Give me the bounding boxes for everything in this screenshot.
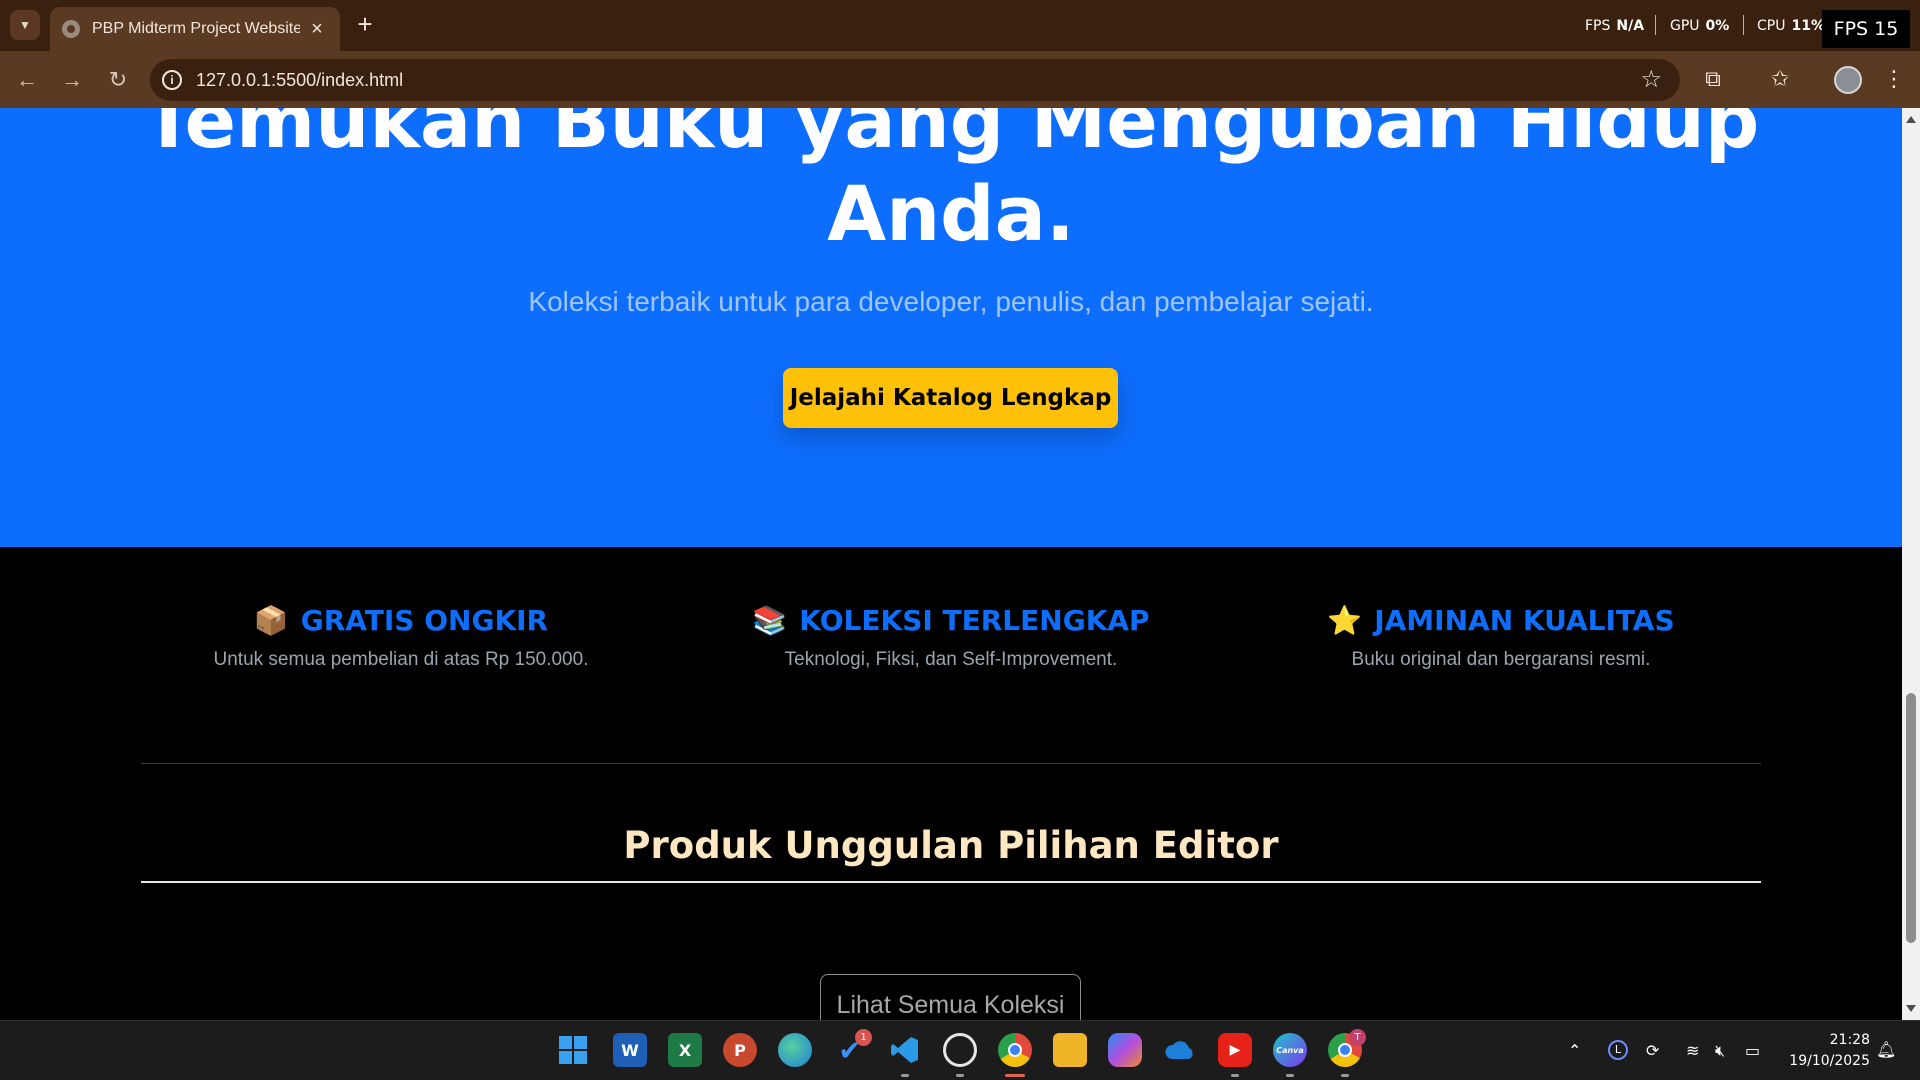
taskbar-running-indicator <box>1341 1074 1349 1077</box>
edge-icon[interactable] <box>778 1033 812 1067</box>
taskbar-active-indicator <box>1005 1074 1025 1077</box>
menu-kebab-icon[interactable]: ⋮ <box>1878 63 1910 95</box>
clock-time: 21:28 <box>1829 1032 1870 1048</box>
hero-section: Temukan Buku yang Mengubah Hidup Anda. K… <box>0 108 1902 547</box>
tray-clock-app-icon[interactable]: L <box>1608 1040 1628 1060</box>
package-icon: 📦 <box>253 603 289 637</box>
hero-title-line1: Temukan Buku yang Mengubah Hidup <box>142 108 1760 165</box>
feature-complete-collection: 📚 KOLEKSI TERLENGKAP Teknologi, Fiksi, d… <box>731 604 1171 671</box>
feature-description: Untuk semua pembelian di atas Rp 150.000… <box>213 649 589 670</box>
scroll-up-arrow-icon[interactable] <box>1906 116 1916 123</box>
onedrive-icon[interactable] <box>1163 1033 1197 1067</box>
page-scrollbar[interactable] <box>1902 108 1920 1020</box>
perf-gpu-label: GPU <box>1670 18 1700 34</box>
perf-fps-value: N/A <box>1616 18 1645 34</box>
perf-separator <box>1655 15 1656 35</box>
featured-products-title: Produk Unggulan Pilihan Editor <box>623 824 1279 867</box>
volume-muted-icon[interactable]: 🔇︎ <box>1715 1041 1725 1061</box>
scroll-down-arrow-icon[interactable] <box>1906 1005 1916 1012</box>
bookmarks-star-icon[interactable]: ✩ <box>1764 63 1796 95</box>
taskbar-clock[interactable]: 21:28 19/10/2025 <box>1780 1030 1870 1072</box>
star-icon: ⭐ <box>1327 603 1363 637</box>
address-bar[interactable]: i 127.0.0.1:5500/index.html ☆ <box>150 59 1680 101</box>
url-text[interactable]: 127.0.0.1:5500/index.html <box>196 70 403 91</box>
notification-badge: 1 <box>855 1029 872 1046</box>
browser-tab[interactable]: PBP Midterm Project Website: T × <box>50 7 340 51</box>
section-divider <box>141 763 1761 764</box>
page-viewport: Temukan Buku yang Mengubah Hidup Anda. K… <box>0 108 1902 1020</box>
tab-title: PBP Midterm Project Website: T <box>92 20 300 37</box>
hero-title: Temukan Buku yang Mengubah Hidup Anda. <box>0 108 1902 260</box>
file-explorer-icon[interactable] <box>1053 1033 1087 1067</box>
perf-cpu-label: CPU <box>1757 18 1786 34</box>
chrome-center-icon <box>1008 1043 1022 1057</box>
perf-separator <box>1743 15 1744 35</box>
taskbar-running-indicator <box>901 1074 909 1077</box>
taskbar-running-indicator <box>956 1074 964 1077</box>
feature-title: KOLEKSI TERLENGKAP <box>799 604 1150 637</box>
clock-date: 19/10/2025 <box>1789 1053 1870 1069</box>
tray-sync-icon[interactable]: ⟳ <box>1646 1041 1659 1060</box>
youtube-icon[interactable]: ▶ <box>1218 1033 1252 1067</box>
perf-gpu: GPU 0% <box>1670 18 1729 34</box>
forward-arrow-icon[interactable]: → <box>57 65 87 95</box>
perf-cpu-value: 11% <box>1791 18 1825 34</box>
hero-subtitle: Koleksi terbaik untuk para developer, pe… <box>528 286 1374 317</box>
perf-gpu-value: 0% <box>1705 18 1730 34</box>
browser-tab-bar: ▼ PBP Midterm Project Website: T × + FPS… <box>0 0 1920 51</box>
notification-bell-icon[interactable]: 🔔︎ <box>1876 1040 1896 1059</box>
word-icon[interactable]: W <box>613 1033 647 1067</box>
bookmark-star-icon[interactable]: ☆ <box>1640 65 1662 94</box>
canva-icon[interactable]: Canva <box>1273 1033 1307 1067</box>
fps-overlay-badge: FPS 15 <box>1822 10 1910 48</box>
windows-taskbar: W X P ✔ 1 ▶ Canva T ⌃ L ⟳ ≋ 🔇︎ ▭ 21:28 1… <box>0 1020 1920 1080</box>
feature-quality-guarantee: ⭐ JAMINAN KUALITAS Buku original dan ber… <box>1281 604 1721 671</box>
powerpoint-icon[interactable]: P <box>723 1033 757 1067</box>
tab-close-icon[interactable]: × <box>306 18 328 41</box>
feature-description: Teknologi, Fiksi, dan Self-Improvement. <box>784 649 1118 670</box>
taskbar-running-indicator <box>1286 1074 1294 1077</box>
perf-cpu: CPU 11% <box>1757 18 1825 34</box>
battery-icon[interactable]: ▭ <box>1745 1041 1760 1060</box>
tab-search-chevron-icon[interactable]: ▼ <box>10 10 40 40</box>
back-arrow-icon[interactable]: ← <box>12 65 42 95</box>
extensions-puzzle-icon[interactable]: ⧉ <box>1697 63 1729 95</box>
feature-title: GRATIS ONGKIR <box>300 604 549 637</box>
perf-fps: FPS N/A <box>1585 18 1644 34</box>
tray-chevron-up-icon[interactable]: ⌃ <box>1568 1041 1581 1060</box>
browser-toolbar: ← → ↻ i 127.0.0.1:5500/index.html ☆ ⧉ ✩ … <box>0 51 1920 108</box>
reload-icon[interactable]: ↻ <box>103 65 133 95</box>
chrome-icon[interactable] <box>998 1033 1032 1067</box>
globe-favicon-icon <box>62 20 80 38</box>
books-icon: 📚 <box>752 603 788 637</box>
taskbar-running-indicator <box>1231 1074 1239 1077</box>
chrome-center-icon <box>1338 1043 1352 1057</box>
profile-badge: T <box>1349 1029 1366 1046</box>
feature-description: Buku original dan bergaransi resmi. <box>1351 649 1651 670</box>
feature-title: JAMINAN KUALITAS <box>1374 604 1675 637</box>
view-all-collection-button[interactable]: Lihat Semua Koleksi <box>820 974 1081 1020</box>
wifi-icon[interactable]: ≋ <box>1686 1041 1699 1060</box>
scroll-thumb[interactable] <box>1906 693 1916 943</box>
new-tab-button[interactable]: + <box>352 11 378 38</box>
profile-avatar[interactable] <box>1834 66 1862 94</box>
windows-start-icon[interactable] <box>556 1033 590 1067</box>
explore-catalog-button[interactable]: Jelajahi Katalog Lengkap <box>783 368 1118 428</box>
section-title-underline <box>141 881 1761 883</box>
excel-icon[interactable]: X <box>668 1033 702 1067</box>
github-icon[interactable] <box>943 1033 977 1067</box>
copilot-icon[interactable] <box>1108 1033 1142 1067</box>
hero-title-line2: Anda. <box>827 169 1075 258</box>
vscode-icon[interactable] <box>888 1033 922 1067</box>
perf-fps-label: FPS <box>1585 18 1611 34</box>
site-info-icon[interactable]: i <box>162 70 182 90</box>
feature-free-shipping: 📦 GRATIS ONGKIR Untuk semua pembelian di… <box>181 604 621 671</box>
